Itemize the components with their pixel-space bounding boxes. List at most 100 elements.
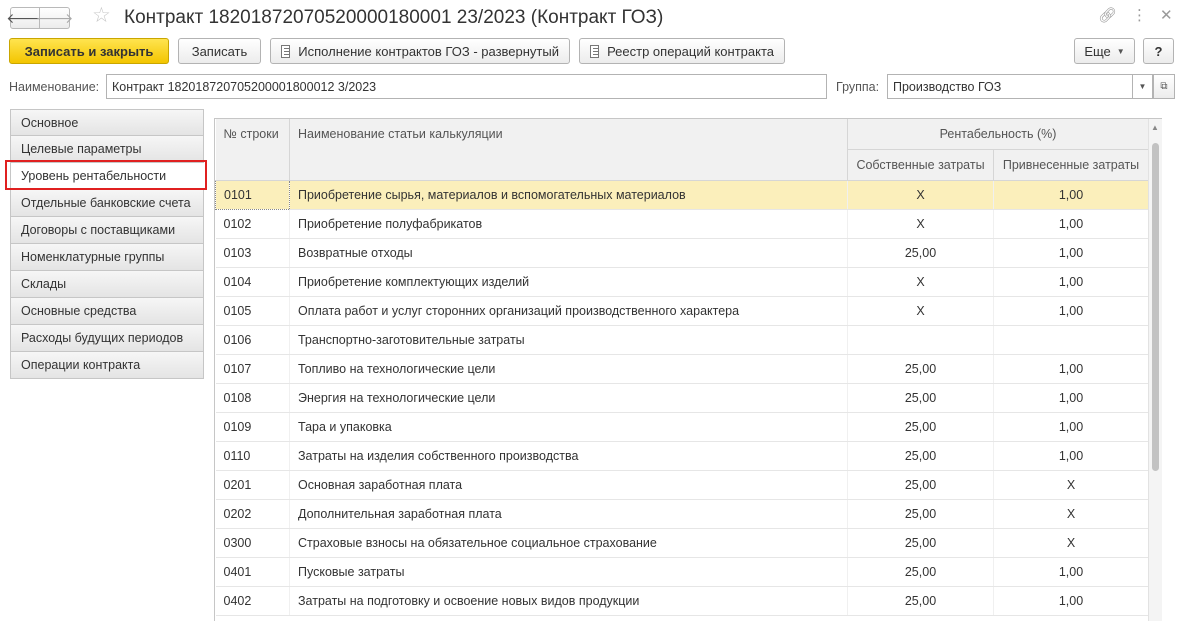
cell-name[interactable]: Энергия на технологические цели	[289, 383, 848, 413]
cell-own-costs[interactable]: 25,00	[847, 586, 994, 616]
cell-brought-costs[interactable]: 1,00	[993, 586, 1150, 616]
vertical-scrollbar[interactable]: ▲	[1148, 119, 1162, 621]
sidebar-item-supplier-contracts[interactable]: Договоры с поставщиками	[10, 217, 204, 244]
cell-name[interactable]: Пусковые затраты	[289, 557, 848, 587]
cell-row-no[interactable]: 0105	[215, 296, 290, 326]
cell-own-costs[interactable]: X	[847, 296, 994, 326]
table-row[interactable]: 0105 Оплата работ и услуг сторонних орган…	[215, 296, 1150, 326]
chevron-up-icon[interactable]: ▲	[1151, 123, 1159, 132]
table-row[interactable]: 0103 Возвратные отходы 25,00 1,00	[215, 238, 1150, 268]
save-and-close-button[interactable]: Записать и закрыть	[9, 38, 169, 64]
cell-name[interactable]: Основная заработная плата	[289, 470, 848, 500]
more-button[interactable]: Еще ▼	[1074, 38, 1135, 64]
cell-name[interactable]: Затраты на изделия собственного производ…	[289, 441, 848, 471]
column-header-brought-costs[interactable]: Привнесенные затраты	[993, 149, 1150, 181]
cell-own-costs[interactable]: X	[847, 180, 994, 210]
cell-row-no[interactable]: 0109	[215, 412, 290, 442]
cell-brought-costs[interactable]: 1,00	[993, 354, 1150, 384]
cell-name[interactable]: Тара и упаковка	[289, 412, 848, 442]
cell-own-costs[interactable]: 25,00	[847, 470, 994, 500]
sidebar-item-nomenclature-groups[interactable]: Номенклатурные группы	[10, 244, 204, 271]
cell-own-costs[interactable]: X	[847, 209, 994, 239]
cell-own-costs[interactable]: X	[847, 267, 994, 297]
cell-brought-costs[interactable]: X	[993, 528, 1150, 558]
sidebar-item-profitability[interactable]: Уровень рентабельности	[10, 163, 204, 190]
cell-brought-costs[interactable]: 1,00	[993, 557, 1150, 587]
column-header-row-no[interactable]: № строки	[215, 119, 290, 181]
scrollbar-thumb[interactable]	[1152, 143, 1159, 471]
cell-own-costs[interactable]: 25,00	[847, 238, 994, 268]
sidebar-item-contract-operations[interactable]: Операции контракта	[10, 352, 204, 379]
cell-brought-costs[interactable]: 1,00	[993, 238, 1150, 268]
cell-name[interactable]: Приобретение полуфабрикатов	[289, 209, 848, 239]
table-row[interactable]: 0102 Приобретение полуфабрикатов X 1,00	[215, 209, 1150, 239]
cell-brought-costs[interactable]: 1,00	[993, 412, 1150, 442]
cell-brought-costs[interactable]: 1,00	[993, 267, 1150, 297]
sidebar-item-target-params[interactable]: Целевые параметры	[10, 136, 204, 163]
cell-row-no[interactable]: 0103	[215, 238, 290, 268]
cell-row-no[interactable]: 0102	[215, 209, 290, 239]
cell-name[interactable]: Топливо на технологические цели	[289, 354, 848, 384]
name-field[interactable]: Контракт 182018720705200001800012 3/2023	[106, 74, 827, 99]
sidebar-item-warehouses[interactable]: Склады	[10, 271, 204, 298]
cell-name[interactable]: Страховые взносы на обязательное социаль…	[289, 528, 848, 558]
sidebar-item-fixed-assets[interactable]: Основные средства	[10, 298, 204, 325]
cell-row-no[interactable]: 0104	[215, 267, 290, 297]
sidebar-item-deferred-expenses[interactable]: Расходы будущих периодов	[10, 325, 204, 352]
save-button[interactable]: Записать	[178, 38, 261, 64]
sidebar-item-bank-accounts[interactable]: Отдельные банковские счета	[10, 190, 204, 217]
cell-name[interactable]: Возвратные отходы	[289, 238, 848, 268]
cell-name[interactable]: Транспортно-заготовительные затраты	[289, 325, 848, 355]
help-button[interactable]: ?	[1143, 38, 1174, 64]
cell-own-costs[interactable]: 25,00	[847, 354, 994, 384]
cell-row-no[interactable]: 0101	[215, 179, 290, 210]
cell-own-costs[interactable]	[847, 325, 994, 355]
cell-name[interactable]: Затраты на подготовку и освоение новых в…	[289, 586, 848, 616]
open-icon[interactable]: ⧉	[1153, 74, 1175, 99]
column-header-name[interactable]: Наименование статьи калькуляции	[289, 119, 848, 181]
table-row[interactable]: 0402 Затраты на подготовку и освоение нов…	[215, 586, 1150, 616]
cell-own-costs[interactable]: 25,00	[847, 441, 994, 471]
table-row[interactable]: 0106 Транспортно-заготовительные затраты	[215, 325, 1150, 355]
table-row[interactable]: 0107 Топливо на технологические цели 25,00…	[215, 354, 1150, 384]
cell-brought-costs[interactable]: X	[993, 470, 1150, 500]
operations-registry-button[interactable]: Реестр операций контракта	[579, 38, 785, 64]
cell-brought-costs[interactable]	[993, 325, 1150, 355]
cell-row-no[interactable]: 0202	[215, 499, 290, 529]
table-row[interactable]: 0109 Тара и упаковка 25,00 1,00	[215, 412, 1150, 442]
cell-row-no[interactable]: 0201	[215, 470, 290, 500]
cell-brought-costs[interactable]: 1,00	[993, 209, 1150, 239]
cell-brought-costs[interactable]: 1,00	[993, 441, 1150, 471]
cell-row-no[interactable]: 0401	[215, 557, 290, 587]
table-row[interactable]: 0108 Энергия на технологические цели 25,00…	[215, 383, 1150, 413]
cell-own-costs[interactable]: 25,00	[847, 528, 994, 558]
chevron-down-icon[interactable]: ▼	[1133, 74, 1153, 99]
table-row[interactable]: 0202 Дополнительная заработная плата 25,00…	[215, 499, 1150, 529]
cell-own-costs[interactable]: 25,00	[847, 383, 994, 413]
menu-icon[interactable]: ⋮	[1132, 8, 1147, 23]
cell-own-costs[interactable]: 25,00	[847, 557, 994, 587]
cell-name[interactable]: Приобретение сырья, материалов и вспомог…	[289, 180, 848, 210]
cell-name[interactable]: Дополнительная заработная плата	[289, 499, 848, 529]
group-field[interactable]: Производство ГОЗ	[887, 74, 1133, 99]
cell-brought-costs[interactable]: 1,00	[993, 296, 1150, 326]
table-row[interactable]: 0201 Основная заработная плата 25,00 X	[215, 470, 1150, 500]
cell-own-costs[interactable]: 25,00	[847, 412, 994, 442]
table-row[interactable]: 0104 Приобретение комплектующих изделий X 1…	[215, 267, 1150, 297]
table-row[interactable]: 0300 Страховые взносы на обязательное соц…	[215, 528, 1150, 558]
cell-name[interactable]: Оплата работ и услуг сторонних организац…	[289, 296, 848, 326]
cell-row-no[interactable]: 0300	[215, 528, 290, 558]
report-execution-button[interactable]: Исполнение контрактов ГОЗ - развернутый	[270, 38, 570, 64]
cell-brought-costs[interactable]: 1,00	[993, 383, 1150, 413]
cell-row-no[interactable]: 0107	[215, 354, 290, 384]
sidebar-item-main[interactable]: Основное	[10, 109, 204, 136]
cell-brought-costs[interactable]: X	[993, 499, 1150, 529]
cell-row-no[interactable]: 0402	[215, 586, 290, 616]
cell-row-no[interactable]: 0106	[215, 325, 290, 355]
table-row[interactable]: 0110 Затраты на изделия собственного прои…	[215, 441, 1150, 471]
forward-arrow-icon[interactable]: 🡒	[36, 7, 73, 29]
column-header-own-costs[interactable]: Собственные затраты	[847, 149, 994, 181]
cell-row-no[interactable]: 0108	[215, 383, 290, 413]
close-icon[interactable]: ✕	[1160, 8, 1173, 23]
table-row[interactable]: 0101 Приобретение сырья, материалов и всп…	[215, 179, 1150, 210]
